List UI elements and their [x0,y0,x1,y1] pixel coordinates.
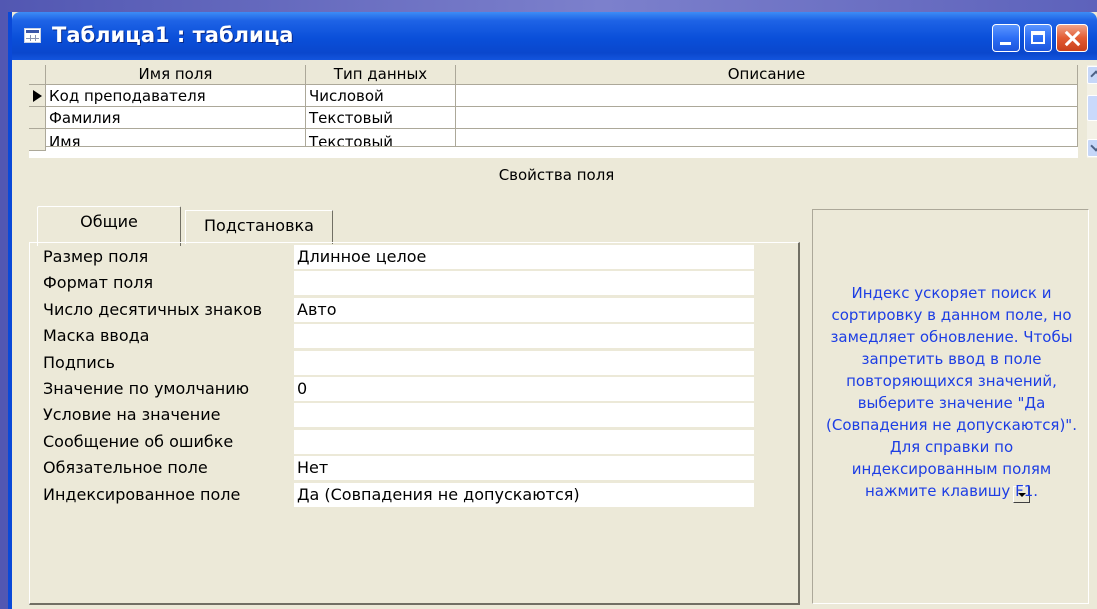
property-label: Подпись [43,353,115,372]
data-type-cell[interactable]: Текстовый [306,107,456,129]
property-value-default[interactable]: 0 [294,377,754,401]
window-title: Таблица1 : таблица [52,23,294,47]
minimize-icon [1000,42,1011,45]
table-design-window: Таблица1 : таблица Имя поля Тип данных О… [8,12,1097,609]
property-label: Условие на значение [43,405,221,424]
property-value-field-size[interactable]: Длинное целое [294,245,754,269]
property-value-indexed[interactable]: Да (Совпадения не допускаются) [294,483,1030,507]
row-selector[interactable] [29,107,46,129]
grid-vertical-scrollbar[interactable] [1087,65,1097,158]
data-type-cell[interactable]: Числовой [306,85,456,107]
row-pointer-icon [33,90,42,102]
field-name-cell[interactable]: Фамилия [46,107,306,129]
property-value-input-mask[interactable] [294,324,754,348]
scroll-down-icon[interactable] [1087,139,1097,157]
maximize-icon [1031,31,1045,44]
property-value-format[interactable] [294,271,754,295]
maximize-button[interactable] [1024,24,1052,52]
close-icon [1064,30,1081,47]
indexed-value-text: Да (Совпадения не допускаются) [297,485,580,504]
description-cell[interactable] [456,85,1078,107]
grid-corner[interactable] [29,65,46,85]
property-label: Формат поля [43,273,154,292]
property-value-validation-rule[interactable] [294,403,754,427]
property-label: Обязательное поле [43,458,208,477]
description-cell[interactable] [456,129,1078,147]
property-label: Маска ввода [43,326,150,345]
property-label: Индексированное поле [43,485,241,504]
minimize-button[interactable] [992,24,1020,52]
property-label: Число десятичных знаков [43,300,263,319]
property-label: Размер поля [43,247,149,266]
tab-general[interactable]: Общие [37,206,181,246]
row-selector[interactable] [29,85,46,107]
field-name-cell[interactable]: Имя [46,129,306,147]
table-icon [24,28,41,43]
help-text: Индекс ускоряет поиск и сортировку в дан… [826,284,1077,500]
grid-header-description[interactable]: Описание [456,65,1078,85]
field-grid: Имя поля Тип данных Описание Код препода… [29,65,1078,158]
data-type-cell[interactable]: Текстовый [306,129,456,147]
close-button[interactable] [1056,24,1088,52]
help-pane: Индекс ускоряет поиск и сортировку в дан… [812,209,1089,604]
scroll-thumb[interactable] [1087,95,1097,121]
property-value-required[interactable]: Нет [294,456,754,480]
grid-header-data-type[interactable]: Тип данных [306,65,456,85]
tab-lookup[interactable]: Подстановка [185,210,333,244]
scroll-up-icon[interactable] [1087,66,1097,84]
description-cell[interactable] [456,107,1078,129]
grid-header-field-name[interactable]: Имя поля [46,65,306,85]
property-value-decimals[interactable]: Авто [294,298,754,322]
title-bar[interactable]: Таблица1 : таблица [12,12,1097,60]
property-value-validation-text[interactable] [294,430,754,454]
property-label: Значение по умолчанию [43,379,250,398]
field-name-cell[interactable]: Код преподавателя [46,85,306,107]
property-label: Сообщение об ошибке [43,432,234,451]
property-value-caption[interactable] [294,351,754,375]
field-properties-caption: Свойства поля [498,166,615,184]
row-selector[interactable] [29,129,46,151]
